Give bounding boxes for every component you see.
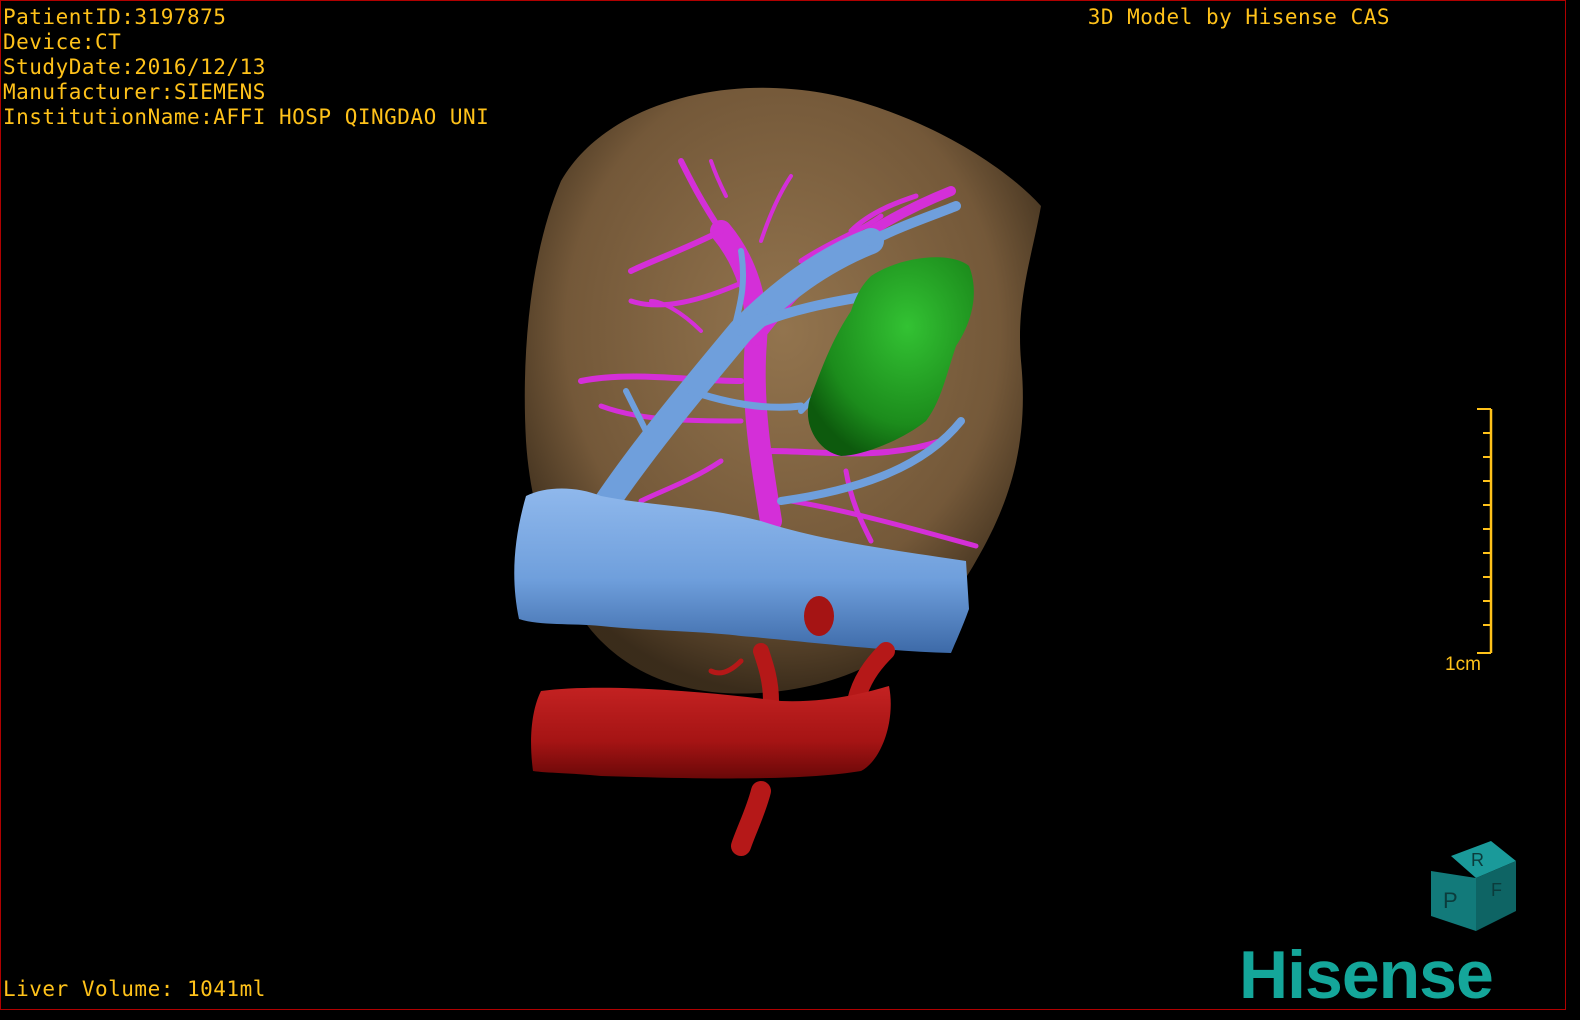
viewport-frame[interactable]: PatientID:3197875 Device:CT StudyDate:20… xyxy=(0,0,1567,1013)
abdominal-aorta xyxy=(531,686,891,779)
artery-cross-section xyxy=(804,596,834,636)
cube-face-top: R xyxy=(1471,850,1484,870)
manufacturer: Manufacturer:SIEMENS xyxy=(3,80,266,104)
scale-bar-label: 1cm xyxy=(1445,654,1481,675)
study-date: StudyDate:2016/12/13 xyxy=(3,55,266,79)
hisense-logo: Hisense xyxy=(1239,937,1494,1013)
institution-name: InstitutionName:AFFI HOSP QINGDAO UNI xyxy=(3,105,490,129)
patient-id: PatientID:3197875 xyxy=(3,5,227,29)
device: Device:CT xyxy=(3,30,122,54)
scale-bar xyxy=(1477,408,1493,654)
cube-face-right: F xyxy=(1491,880,1502,900)
orientation-cube-icon[interactable]: R F P xyxy=(1421,836,1521,936)
model-credit: 3D Model by Hisense CAS xyxy=(1087,5,1390,29)
study-info-panel: PatientID:3197875 Device:CT StudyDate:20… xyxy=(3,5,489,130)
cube-face-front: P xyxy=(1443,888,1458,913)
3d-liver-model[interactable] xyxy=(1,1,1567,1011)
liver-volume: Liver Volume: 1041ml xyxy=(3,977,266,1001)
